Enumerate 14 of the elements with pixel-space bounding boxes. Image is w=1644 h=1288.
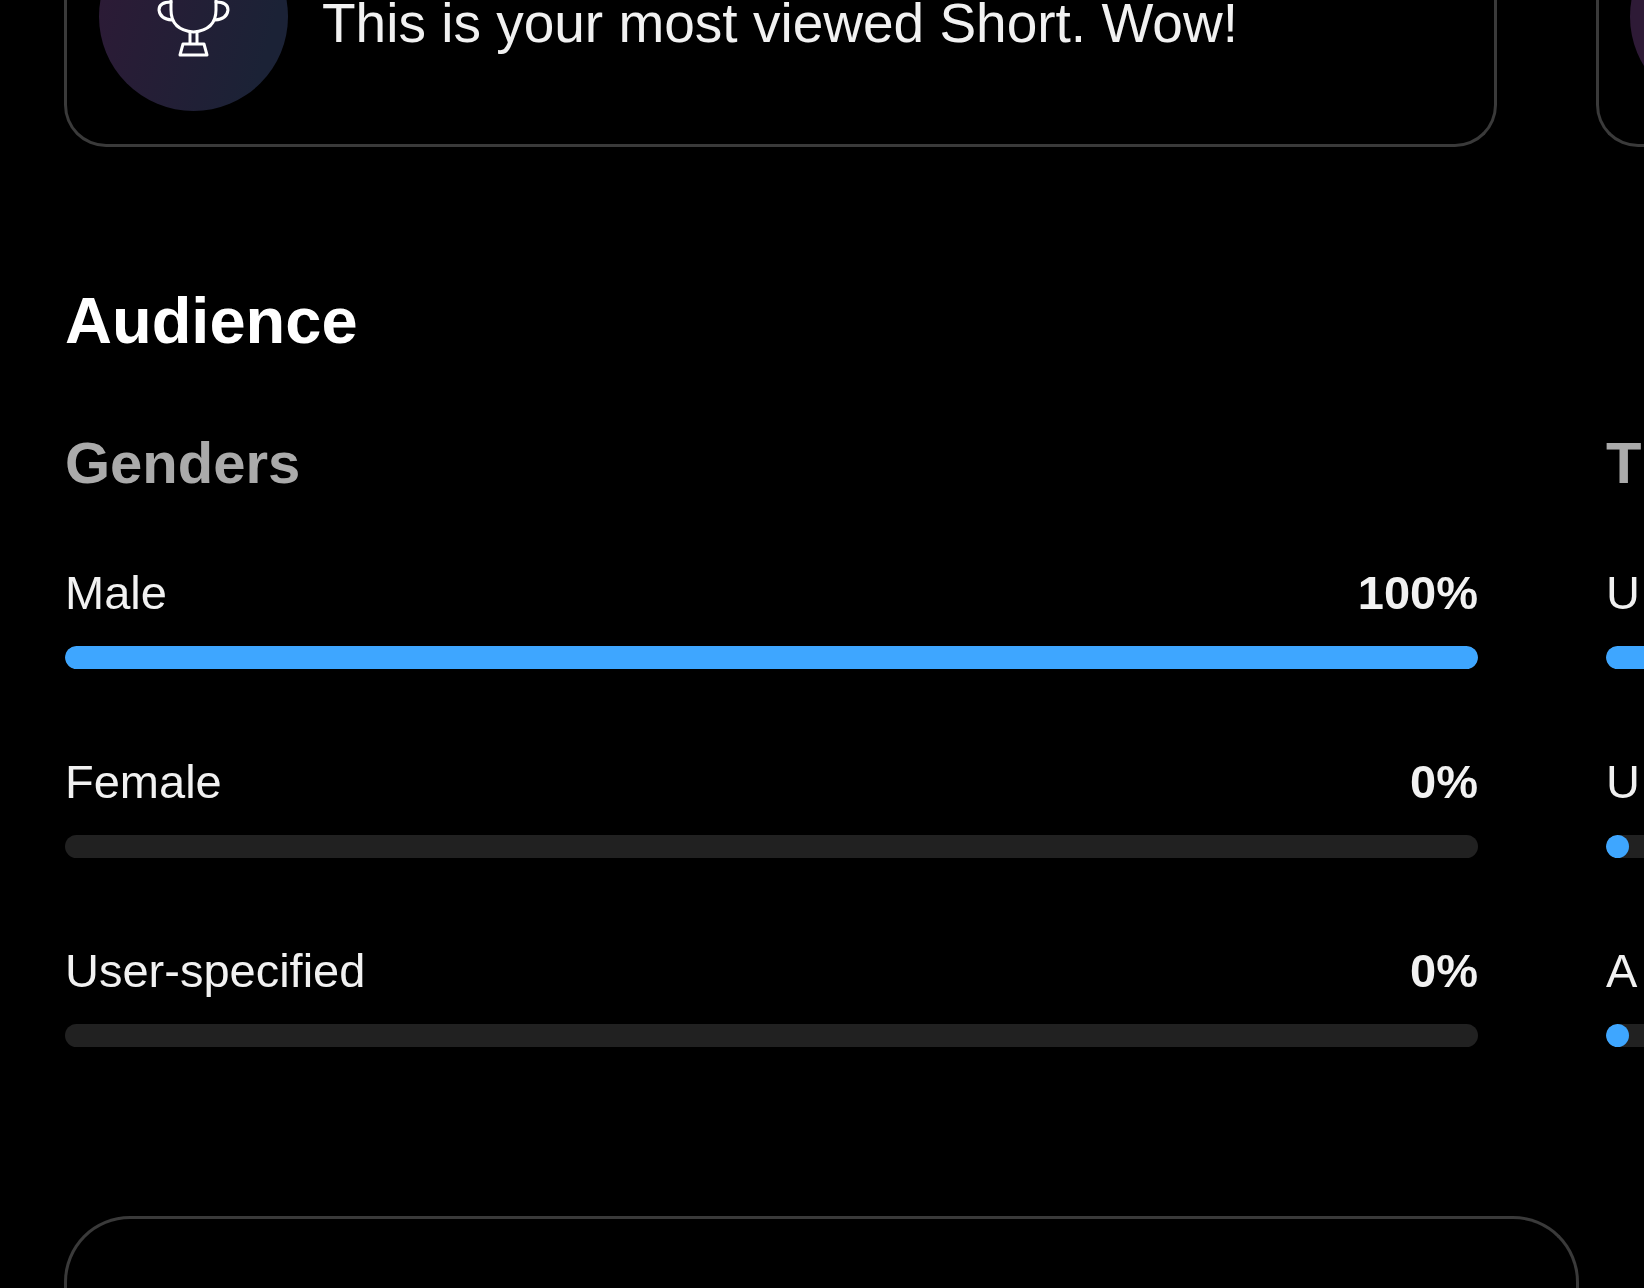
row-label: User-specified	[65, 943, 366, 999]
trophy-icon	[99, 0, 288, 111]
section-heading: Audience	[65, 283, 358, 359]
subsection-heading: Genders	[65, 429, 301, 497]
card-text: This is your most viewed Short. Wow!	[322, 0, 1238, 56]
row-label: Female	[65, 754, 222, 810]
row-label: U	[1606, 754, 1640, 810]
percent-value: 100%	[1357, 565, 1478, 621]
percent-value: 0%	[1410, 754, 1478, 810]
percent-value: 0%	[1410, 943, 1478, 999]
subsection-heading: T	[1606, 429, 1642, 497]
row-label: U	[1606, 565, 1640, 621]
row-label: A	[1606, 943, 1638, 999]
row-label: Male	[65, 565, 167, 621]
